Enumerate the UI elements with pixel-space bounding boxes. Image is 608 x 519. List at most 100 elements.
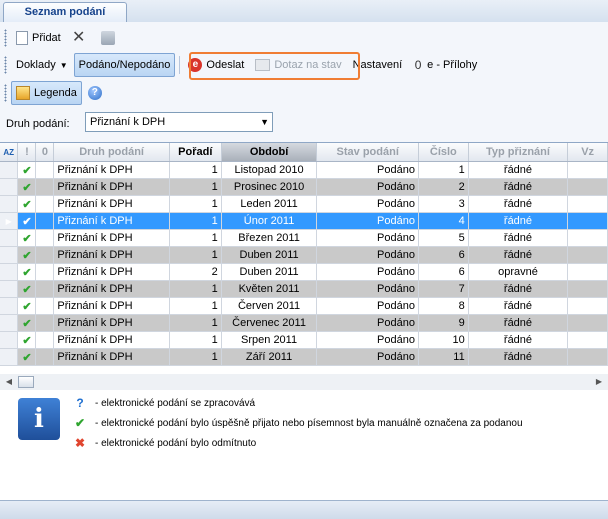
cell-obdobi: Srpen 2011 [221, 331, 318, 349]
legend-item: ? - elektronické podání se zpracovává [73, 396, 255, 410]
new-document-icon [16, 31, 28, 45]
legend-icon [16, 86, 30, 100]
doklady-label: Doklady [16, 59, 56, 71]
attachment-cell [35, 348, 55, 366]
row-indicator [0, 263, 19, 281]
cell-stav: Podáno [316, 195, 419, 213]
cell-poradi: 1 [169, 229, 222, 247]
column-header-vz[interactable]: Vz [567, 143, 608, 162]
column-header-typ[interactable]: Typ přiznání [468, 143, 569, 162]
cell-typ: řádné [468, 178, 569, 196]
table-row[interactable]: ✔ Přiznání k DPH 2 Duben 2011 Podáno 6 opravné [0, 263, 608, 281]
cell-cislo: 7 [418, 280, 469, 298]
cell-vz [567, 331, 608, 349]
table-row[interactable]: ✔ Přiznání k DPH 1 Březen 2011 Podáno 5 řádné [0, 229, 608, 247]
table-row[interactable]: ✔ Přiznání k DPH 1 Leden 2011 Podáno 3 řádné [0, 195, 608, 213]
cell-stav: Podáno [316, 297, 419, 315]
scroll-right-arrow-icon[interactable]: ▶ [592, 376, 606, 388]
cell-typ: řádné [468, 331, 569, 349]
cell-vz [567, 263, 608, 281]
toolbar-grip[interactable] [4, 29, 7, 47]
table-row[interactable]: ✔ Přiznání k DPH 1 Červenec 2011 Podáno 9 řádn… [0, 314, 608, 332]
add-button[interactable]: Přidat [11, 26, 66, 50]
cell-typ: řádné [468, 297, 569, 315]
cell-vz [567, 161, 608, 179]
legend-button[interactable]: Legenda [11, 81, 82, 105]
podano-nepodano-button[interactable]: Podáno/Nepodáno [73, 53, 176, 77]
cell-vz [567, 229, 608, 247]
column-header-attachment[interactable]: 0 [35, 143, 55, 162]
table-row[interactable]: ▶ ✔ Přiznání k DPH 1 Únor 2011 Podáno 4 řádné [0, 212, 608, 230]
nastaveni-label: Nastavení [352, 59, 403, 71]
column-header-stav[interactable]: Stav podání [316, 143, 419, 162]
legend-item-text: - elektronické podání se zpracovává [95, 397, 256, 409]
attachment-cell [35, 229, 55, 247]
toolbar-actions: Přidat ✕ [4, 26, 125, 50]
row-indicator [0, 314, 19, 332]
cell-poradi: 1 [169, 246, 222, 264]
attachment-cell [35, 297, 55, 315]
cell-cislo: 4 [418, 212, 469, 230]
cell-obdobi: Červen 2011 [221, 297, 318, 315]
paperclip-icon: 0 [414, 58, 422, 72]
cell-cislo: 11 [418, 348, 469, 366]
prilohy-button[interactable]: 0 e - Přílohy [408, 53, 482, 77]
table-row[interactable]: ✔ Přiznání k DPH 1 Červen 2011 Podáno 8 řádné [0, 297, 608, 315]
cell-poradi: 1 [169, 195, 222, 213]
cell-vz [567, 280, 608, 298]
cell-druh: Přiznání k DPH [53, 331, 170, 349]
column-header-obdobi[interactable]: Období [221, 143, 318, 162]
table-row[interactable]: ✔ Přiznání k DPH 1 Duben 2011 Podáno 6 řádné [0, 246, 608, 264]
cell-cislo: 8 [418, 297, 469, 315]
cell-stav: Podáno [316, 178, 419, 196]
help-button[interactable]: ? [83, 81, 111, 105]
attachment-cell [35, 178, 55, 196]
cell-obdobi: Duben 2011 [221, 246, 318, 264]
print-button[interactable] [96, 26, 124, 50]
cell-vz [567, 348, 608, 366]
legend-item-text: - elektronické podání bylo úspěšně přija… [95, 417, 523, 429]
tab-seznam-podani[interactable]: Seznam podání [3, 2, 127, 23]
row-indicator [0, 280, 19, 298]
cell-stav: Podáno [316, 229, 419, 247]
column-header-cislo[interactable]: Číslo [418, 143, 469, 162]
horizontal-scrollbar[interactable]: ◀ ▶ [0, 374, 608, 391]
cell-vz [567, 297, 608, 315]
doklady-dropdown-button[interactable]: Doklady ▼ [11, 53, 73, 77]
attachment-cell [35, 263, 55, 281]
sort-az-icon[interactable]: AZ [0, 143, 19, 162]
row-indicator [0, 297, 19, 315]
check-icon: ✔ [74, 416, 86, 430]
cell-vz [567, 314, 608, 332]
column-header-druh[interactable]: Druh podání [53, 143, 170, 162]
legend-label: Legenda [34, 87, 77, 99]
question-icon: ? [76, 396, 84, 410]
cell-obdobi: Prosinec 2010 [221, 178, 318, 196]
table-row[interactable]: ✔ Přiznání k DPH 1 Prosinec 2010 Podáno 2 řádn… [0, 178, 608, 196]
cell-stav: Podáno [316, 280, 419, 298]
scrollbar-thumb[interactable] [18, 376, 34, 388]
cell-obdobi: Listopad 2010 [221, 161, 318, 179]
table-row[interactable]: ✔ Přiznání k DPH 1 Květen 2011 Podáno 7 řádné [0, 280, 608, 298]
cell-typ: řádné [468, 229, 569, 247]
info-icon: i [18, 398, 60, 440]
column-header-poradi[interactable]: Pořadí [169, 143, 222, 162]
cell-obdobi: Únor 2011 [221, 212, 318, 230]
druh-podani-select[interactable]: Přiznání k DPH ▼ [85, 112, 273, 132]
cell-obdobi: Březen 2011 [221, 229, 318, 247]
table-row[interactable]: ✔ Přiznání k DPH 1 Září 2011 Podáno 11 řádné [0, 348, 608, 366]
legend-item: ✖ - elektronické podání bylo odmítnuto [73, 436, 256, 450]
table-row[interactable]: ✔ Přiznání k DPH 1 Srpen 2011 Podáno 10 řádné [0, 331, 608, 349]
check-icon: ✔ [17, 280, 37, 298]
cell-cislo: 6 [418, 246, 469, 264]
toolbar-grip[interactable] [4, 84, 7, 102]
cross-icon: ✖ [74, 436, 86, 450]
table-row[interactable]: ✔ Přiznání k DPH 1 Listopad 2010 Podáno 1 řádn… [0, 161, 608, 179]
cell-poradi: 1 [169, 297, 222, 315]
scroll-left-arrow-icon[interactable]: ◀ [2, 376, 16, 388]
column-header-status[interactable]: ! [17, 143, 37, 162]
toolbar-grip[interactable] [4, 56, 7, 74]
delete-button[interactable]: ✕ [67, 26, 95, 50]
cell-obdobi: Duben 2011 [221, 263, 318, 281]
cell-cislo: 2 [418, 178, 469, 196]
